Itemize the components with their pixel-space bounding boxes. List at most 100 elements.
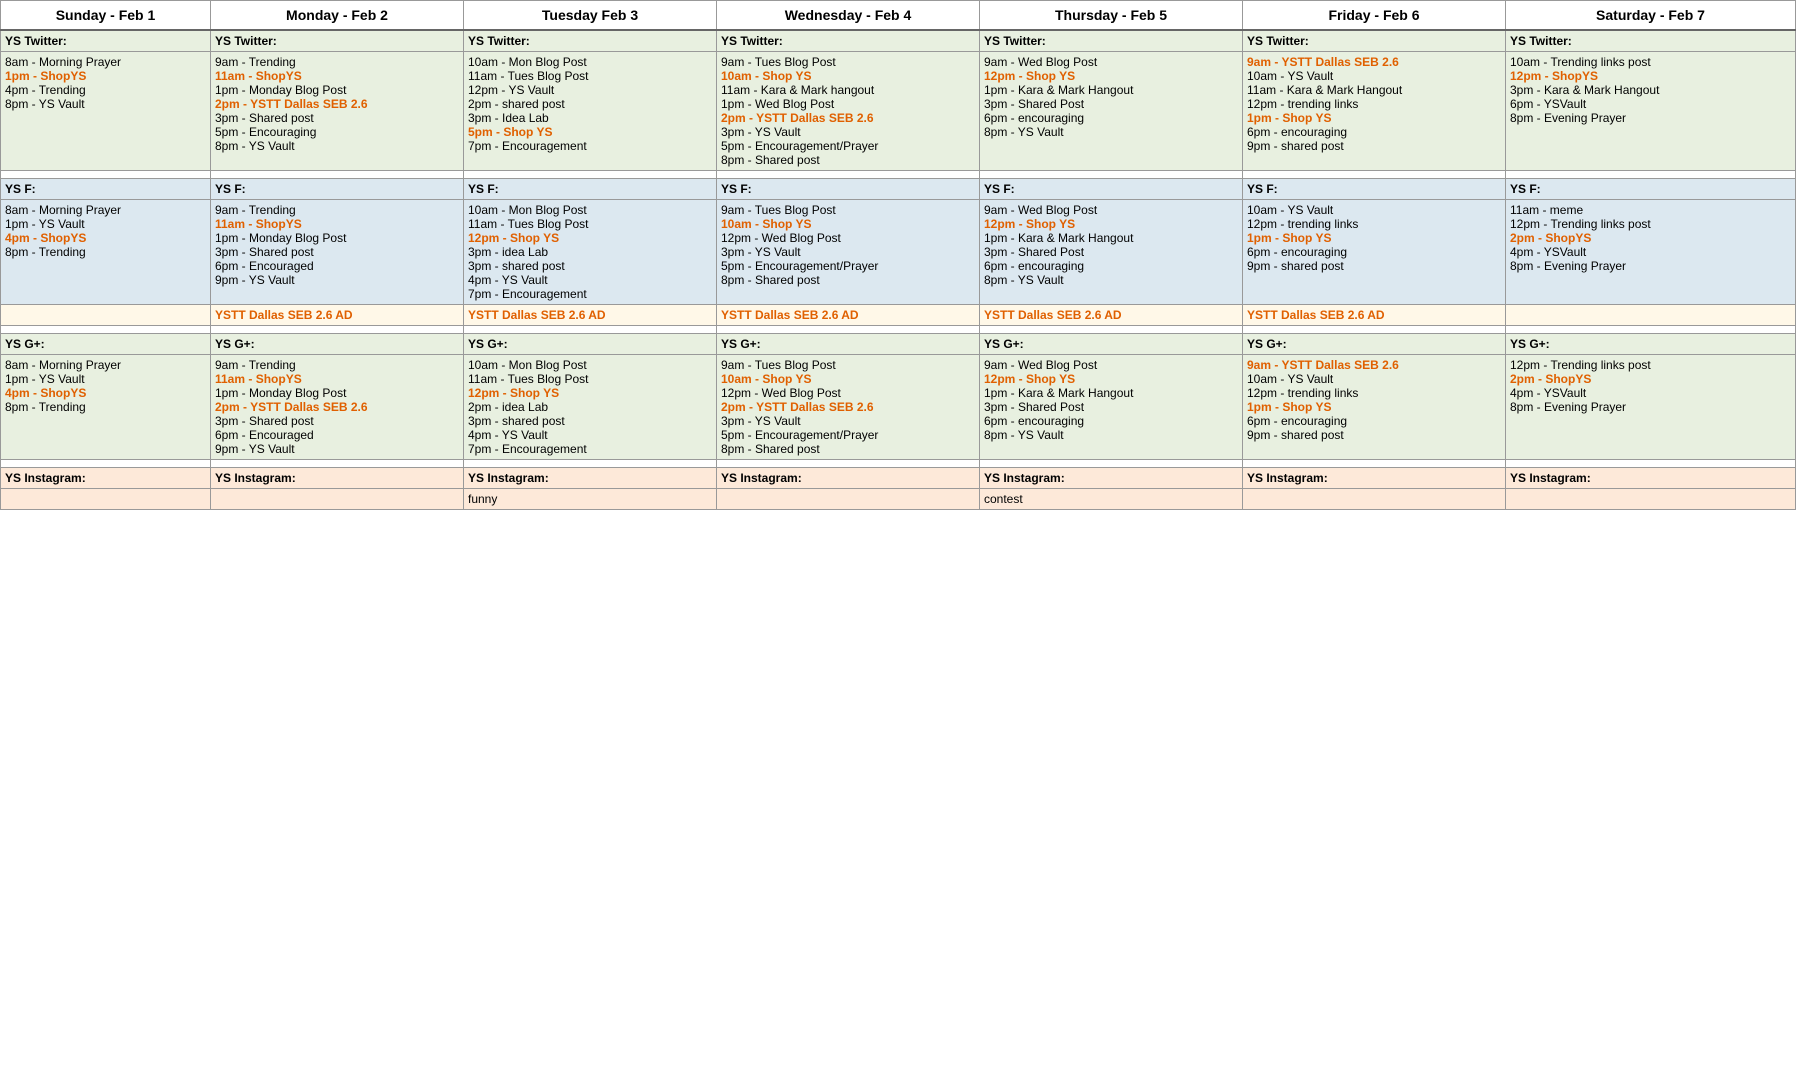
spacer-cell xyxy=(1506,326,1796,334)
spacer-cell xyxy=(1243,171,1506,179)
section-label-ysgplus-sat: YS G+: xyxy=(1506,334,1796,355)
table-cell: 11am - meme12pm - Trending links post2pm… xyxy=(1506,200,1796,305)
section-label-ysgplus-sun: YS G+: xyxy=(1,334,211,355)
cell-line: 1pm - Monday Blog Post xyxy=(215,83,459,97)
cell-line: 3pm - Shared Post xyxy=(984,245,1238,259)
ad-cell-sat xyxy=(1506,305,1796,326)
ad-cell-thu: YSTT Dallas SEB 2.6 AD xyxy=(980,305,1243,326)
table-cell xyxy=(211,489,464,510)
cell-line: 6pm - encouraging xyxy=(984,259,1238,273)
cell-line: 11am - Kara & Mark hangout xyxy=(721,83,975,97)
cell-line: 3pm - idea Lab xyxy=(468,245,712,259)
spacer-cell xyxy=(1243,460,1506,468)
cell-line: 2pm - YSTT Dallas SEB 2.6 xyxy=(721,400,975,414)
cell-line: 10am - YS Vault xyxy=(1247,69,1501,83)
cell-line: 3pm - Shared post xyxy=(215,245,459,259)
cell-line: 8pm - Shared post xyxy=(721,153,975,167)
cell-line: 8pm - YS Vault xyxy=(215,139,459,153)
section-label-twitter-wed: YS Twitter: xyxy=(717,30,980,52)
cell-line: 3pm - YS Vault xyxy=(721,414,975,428)
cell-line: 4pm - ShopYS xyxy=(5,231,206,245)
cell-line: 2pm - idea Lab xyxy=(468,400,712,414)
cell-line: 11am - meme xyxy=(1510,203,1791,217)
spacer-cell xyxy=(1,460,211,468)
table-cell: 9am - Trending11am - ShopYS1pm - Monday … xyxy=(211,355,464,460)
cell-line: 12pm - Shop YS xyxy=(984,372,1238,386)
header-thursday: Thursday - Feb 5 xyxy=(980,1,1243,31)
cell-line: 6pm - encouraging xyxy=(1247,245,1501,259)
cell-line: 6pm - encouraging xyxy=(1247,125,1501,139)
header-sunday: Sunday - Feb 1 xyxy=(1,1,211,31)
table-cell: 9am - Tues Blog Post10am - Shop YS11am -… xyxy=(717,52,980,171)
cell-line: 1pm - Monday Blog Post xyxy=(215,386,459,400)
cell-line: 9pm - YS Vault xyxy=(215,442,459,456)
table-cell: 8am - Morning Prayer1pm - YS Vault4pm - … xyxy=(1,355,211,460)
header-wednesday: Wednesday - Feb 4 xyxy=(717,1,980,31)
cell-line: 12pm - trending links xyxy=(1247,386,1501,400)
ad-cell-fri: YSTT Dallas SEB 2.6 AD xyxy=(1243,305,1506,326)
cell-line: 3pm - YS Vault xyxy=(721,125,975,139)
cell-line: 5pm - Encouragement/Prayer xyxy=(721,139,975,153)
cell-line: 12pm - Shop YS xyxy=(984,69,1238,83)
cell-line: 10am - Shop YS xyxy=(721,69,975,83)
cell-line: 9am - YSTT Dallas SEB 2.6 xyxy=(1247,55,1501,69)
cell-line: 12pm - Trending links post xyxy=(1510,358,1791,372)
cell-line: 6pm - encouraging xyxy=(984,111,1238,125)
cell-line: 6pm - Encouraged xyxy=(215,259,459,273)
spacer-cell xyxy=(1,326,211,334)
ad-cell-mon: YSTT Dallas SEB 2.6 AD xyxy=(211,305,464,326)
cell-line: 8pm - YS Vault xyxy=(984,125,1238,139)
section-label-instagram-thu: YS Instagram: xyxy=(980,468,1243,489)
cell-line: 4pm - YS Vault xyxy=(468,428,712,442)
cell-line: 9am - Wed Blog Post xyxy=(984,203,1238,217)
ad-cell-wed: YSTT Dallas SEB 2.6 AD xyxy=(717,305,980,326)
cell-line: 2pm - ShopYS xyxy=(1510,372,1791,386)
table-cell: 9am - Wed Blog Post12pm - Shop YS1pm - K… xyxy=(980,200,1243,305)
cell-line: 11am - ShopYS xyxy=(215,372,459,386)
section-label-instagram-wed: YS Instagram: xyxy=(717,468,980,489)
cell-line: 1pm - Shop YS xyxy=(1247,231,1501,245)
header-friday: Friday - Feb 6 xyxy=(1243,1,1506,31)
spacer-cell xyxy=(1,171,211,179)
table-cell: contest xyxy=(980,489,1243,510)
section-label-ysf-mon: YS F: xyxy=(211,179,464,200)
cell-line: 1pm - Kara & Mark Hangout xyxy=(984,231,1238,245)
table-cell: 12pm - Trending links post2pm - ShopYS4p… xyxy=(1506,355,1796,460)
cell-line: 1pm - Kara & Mark Hangout xyxy=(984,83,1238,97)
spacer-cell xyxy=(464,171,717,179)
cell-line: 2pm - YSTT Dallas SEB 2.6 xyxy=(721,111,975,125)
section-label-ysf-sat: YS F: xyxy=(1506,179,1796,200)
table-cell: 9am - YSTT Dallas SEB 2.610am - YS Vault… xyxy=(1243,52,1506,171)
cell-line: 6pm - Encouraged xyxy=(215,428,459,442)
section-label-ysf-thu: YS F: xyxy=(980,179,1243,200)
ad-cell-tue: YSTT Dallas SEB 2.6 AD xyxy=(464,305,717,326)
cell-line: 9am - Trending xyxy=(215,203,459,217)
spacer-cell xyxy=(464,460,717,468)
spacer-cell xyxy=(464,326,717,334)
section-label-twitter-mon: YS Twitter: xyxy=(211,30,464,52)
table-cell: 10am - YS Vault12pm - trending links1pm … xyxy=(1243,200,1506,305)
section-label-instagram-tue: YS Instagram: xyxy=(464,468,717,489)
cell-line: 1pm - ShopYS xyxy=(5,69,206,83)
cell-line: 11am - Tues Blog Post xyxy=(468,372,712,386)
cell-line: 3pm - shared post xyxy=(468,259,712,273)
spacer-cell xyxy=(1506,460,1796,468)
cell-line: 12pm - trending links xyxy=(1247,217,1501,231)
section-label-instagram-sun: YS Instagram: xyxy=(1,468,211,489)
section-label-twitter-sat: YS Twitter: xyxy=(1506,30,1796,52)
cell-line: 10am - Mon Blog Post xyxy=(468,358,712,372)
table-cell xyxy=(1243,489,1506,510)
cell-line: 10am - Shop YS xyxy=(721,372,975,386)
section-label-ysgplus-mon: YS G+: xyxy=(211,334,464,355)
cell-line: 4pm - YSVault xyxy=(1510,386,1791,400)
section-label-twitter-fri: YS Twitter: xyxy=(1243,30,1506,52)
cell-line: 7pm - Encouragement xyxy=(468,442,712,456)
table-cell: 10am - Trending links post12pm - ShopYS3… xyxy=(1506,52,1796,171)
table-cell: 9am - YSTT Dallas SEB 2.610am - YS Vault… xyxy=(1243,355,1506,460)
table-cell: 9am - Tues Blog Post10am - Shop YS12pm -… xyxy=(717,200,980,305)
cell-line: 2pm - shared post xyxy=(468,97,712,111)
spacer-cell xyxy=(717,460,980,468)
table-cell: 10am - Mon Blog Post11am - Tues Blog Pos… xyxy=(464,200,717,305)
spacer-cell xyxy=(211,460,464,468)
spacer-cell xyxy=(980,326,1243,334)
